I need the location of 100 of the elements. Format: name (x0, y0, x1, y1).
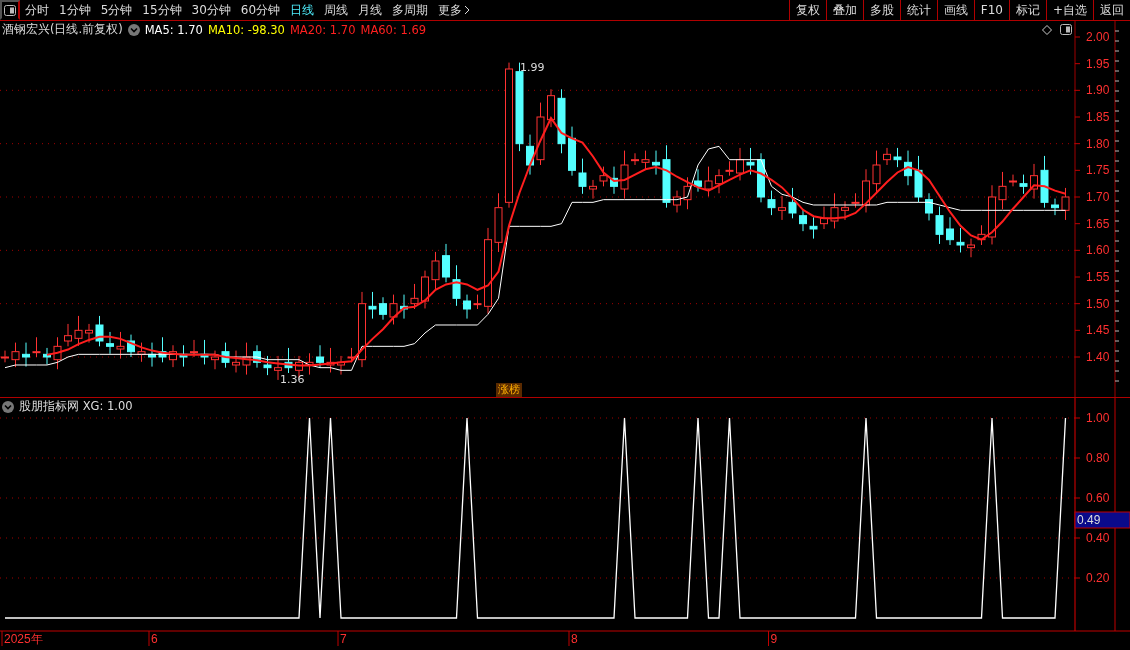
period-tab[interactable]: 日线 (285, 0, 320, 20)
dropdown-icon[interactable] (127, 23, 140, 36)
toolbar-button[interactable]: 多股 (862, 0, 900, 20)
ma-value: MA10: -98.30 (207, 22, 285, 37)
candlestick (494, 192, 503, 253)
price-axis-label: 1.95 (1086, 56, 1110, 71)
price-axis-label: 1.75 (1086, 163, 1110, 178)
candlestick (557, 88, 566, 154)
candlestick (893, 147, 902, 168)
candlestick (799, 208, 807, 232)
period-tab[interactable]: 更多 (433, 0, 476, 20)
candlestick (1019, 174, 1028, 195)
date-axis-label: 6 (151, 632, 158, 646)
candlestick (610, 166, 618, 195)
candlestick (778, 195, 786, 221)
price-axis-label: 1.85 (1086, 110, 1110, 124)
candlestick (872, 150, 881, 194)
candlestick (904, 150, 912, 186)
y-axis-label: 1.00 (1086, 411, 1110, 425)
candlestick (274, 355, 282, 381)
diamond-icon[interactable] (1042, 24, 1052, 35)
candlestick (148, 342, 156, 368)
dropdown-icon[interactable] (2, 400, 14, 413)
ma-value: MA20: 1.70 (289, 22, 356, 37)
toolbar-button[interactable]: 标记 (1008, 0, 1046, 20)
candlestick (694, 168, 702, 193)
tag-label: 涨榜 (496, 383, 522, 397)
candlestick (547, 88, 555, 128)
candlestick (53, 336, 62, 370)
candlestick (137, 342, 146, 363)
candlestick (967, 238, 975, 258)
candlestick (368, 291, 377, 320)
period-tab[interactable]: 多周期 (387, 0, 434, 20)
candlestick (1040, 155, 1049, 209)
candlestick (221, 342, 230, 369)
candlestick (32, 336, 41, 358)
candlestick (641, 150, 650, 171)
price-axis-label: 1.65 (1086, 216, 1110, 231)
candlestick (200, 339, 209, 365)
toolbar-button[interactable]: 画线 (936, 0, 974, 20)
candlestick (347, 347, 356, 363)
candlestick (190, 339, 198, 358)
indicator-title: 股朋指标网 XG: 1.00 (19, 399, 133, 414)
candlestick (452, 264, 461, 307)
candlestick (578, 158, 587, 195)
candlestick (242, 342, 251, 376)
candlestick (431, 251, 440, 290)
candlestick (232, 350, 240, 373)
candlestick (1051, 198, 1059, 216)
candlestick (620, 150, 629, 200)
toolbar-button[interactable]: +自选 (1045, 0, 1093, 20)
price-axis-label: 1.80 (1086, 136, 1110, 151)
low-price-label: 1.36 (280, 373, 305, 386)
toolbar-button[interactable]: 统计 (899, 0, 937, 20)
candlestick (725, 160, 734, 177)
date-axis-label: 7 (340, 632, 347, 646)
toolbar-button[interactable]: F10 (973, 0, 1009, 20)
period-tab[interactable]: 60分钟 (235, 0, 286, 20)
candlestick (463, 294, 471, 320)
candlestick (43, 347, 51, 365)
candlestick (179, 344, 188, 368)
price-axis-label: 1.70 (1086, 190, 1110, 204)
candlestick (169, 344, 177, 368)
period-tab[interactable]: 15分钟 (137, 0, 187, 20)
period-tab[interactable]: 5分钟 (95, 0, 138, 20)
candlestick (400, 294, 408, 320)
candlestick (158, 336, 167, 363)
candlestick (736, 147, 744, 181)
candlestick (704, 166, 713, 197)
candlestick (473, 294, 482, 310)
period-tab[interactable]: 分时 (20, 0, 54, 20)
candlestick (946, 216, 954, 246)
candlestick (95, 315, 104, 347)
price-axis-label: 2.00 (1086, 30, 1110, 44)
toolbar-button[interactable]: 复权 (788, 0, 826, 20)
price-axis-label: 1.55 (1086, 270, 1110, 284)
toolbar-button[interactable]: 叠加 (825, 0, 863, 20)
candlestick (536, 102, 545, 166)
candlestick (757, 152, 765, 203)
toolbar-button[interactable]: 返回 (1093, 0, 1130, 20)
candlestick (788, 187, 797, 219)
panel-toggle-icon[interactable] (1060, 24, 1072, 35)
price-axis-label: 1.45 (1086, 323, 1110, 338)
candlestick (862, 168, 870, 213)
candlestick (977, 224, 986, 246)
candlestick (127, 334, 135, 358)
period-tab[interactable]: 1分钟 (54, 0, 96, 20)
chevron-right-icon (464, 5, 471, 15)
candlestick (935, 206, 944, 245)
candlestick (830, 192, 839, 229)
period-tab[interactable]: 30分钟 (186, 0, 236, 20)
candlestick (956, 227, 965, 253)
period-tab[interactable]: 月线 (353, 0, 388, 20)
candlestick (211, 350, 219, 370)
candlestick (64, 323, 72, 347)
candlestick (662, 144, 671, 209)
y-axis-label: 0.60 (1086, 491, 1110, 505)
candlestick (1009, 174, 1017, 187)
current-value-label: 0.49 (1077, 513, 1101, 527)
period-tab[interactable]: 周线 (319, 0, 354, 20)
